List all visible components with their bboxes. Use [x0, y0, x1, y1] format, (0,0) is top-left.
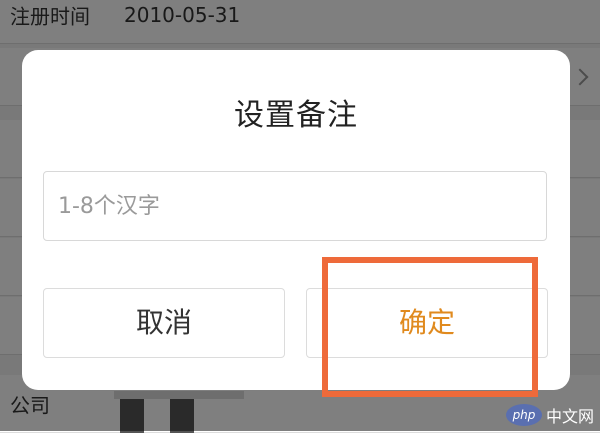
watermark: php 中文网: [505, 403, 594, 427]
remark-input[interactable]: [43, 171, 547, 241]
php-logo-icon: php: [505, 404, 542, 426]
watermark-site-text: 中文网: [545, 407, 594, 426]
confirm-button[interactable]: 确定: [306, 288, 548, 358]
cancel-button[interactable]: 取消: [43, 288, 285, 358]
dialog-title: 设置备注: [234, 98, 358, 133]
set-remark-dialog: 设置备注 取消 确定: [22, 50, 570, 390]
